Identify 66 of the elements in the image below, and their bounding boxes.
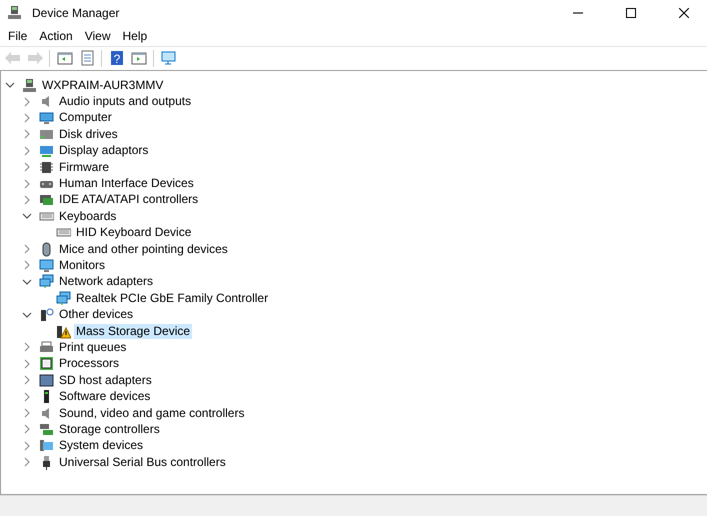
expand-chevron-icon[interactable] — [22, 162, 32, 172]
tree-item[interactable]: Audio inputs and outputs — [57, 94, 194, 110]
expand-chevron-icon[interactable] — [22, 112, 32, 123]
tree-item[interactable]: Processors — [57, 356, 122, 372]
expand-chevron-icon[interactable] — [22, 392, 32, 402]
help-button[interactable]: ? — [107, 48, 126, 68]
menu-item[interactable]: Action — [33, 28, 79, 42]
expand-chevron-icon[interactable] — [22, 358, 32, 369]
tree-item[interactable]: IDE ATA/ATAPI controllers — [57, 192, 200, 208]
collapse-chevron-icon[interactable] — [22, 211, 32, 222]
tree-item[interactable]: Sound, video and game controllers — [57, 406, 246, 420]
expand-chevron-icon[interactable] — [22, 408, 32, 418]
collapse-chevron-icon[interactable] — [22, 276, 32, 287]
expand-chevron-icon[interactable] — [22, 342, 32, 352]
expand-chevron-icon[interactable] — [22, 440, 32, 451]
tree-item[interactable]: Software devices — [57, 389, 152, 404]
tree-item[interactable]: Firmware — [57, 160, 111, 175]
menu-item[interactable]: File — [2, 28, 34, 42]
expand-chevron-icon[interactable] — [22, 146, 32, 156]
menu-item[interactable]: View — [78, 28, 116, 42]
expand-chevron-icon[interactable] — [22, 260, 32, 270]
expand-chevron-icon[interactable] — [22, 424, 32, 434]
tree-item[interactable]: Network adapters — [57, 274, 156, 290]
warning-device-icon — [56, 324, 71, 339]
tree-item[interactable]: Mass Storage Device — [74, 324, 192, 339]
storage-icon — [39, 422, 54, 437]
processor-icon — [39, 356, 54, 372]
network-icon — [39, 274, 54, 290]
monitor-icon — [39, 110, 54, 126]
expand-chevron-icon[interactable] — [22, 457, 32, 468]
printer-icon — [39, 340, 54, 355]
tree-item[interactable]: Realtek PCIe GbE Family Controller — [74, 290, 270, 306]
collapse-chevron-icon[interactable] — [5, 80, 15, 90]
close-icon[interactable] — [679, 8, 689, 18]
tree-item[interactable]: WXPRAIM-AUR3MMV — [40, 78, 166, 93]
tree-item[interactable]: SD host adapters — [57, 372, 154, 388]
unknown-device-icon — [39, 307, 54, 322]
tree-item[interactable]: Other devices — [57, 307, 136, 322]
collapse-chevron-icon[interactable] — [22, 310, 32, 320]
chip-icon — [39, 160, 54, 175]
network-icon — [56, 290, 71, 306]
expand-chevron-icon[interactable] — [22, 129, 32, 140]
display-card-icon — [39, 143, 54, 158]
tree-item[interactable]: Keyboards — [57, 208, 118, 224]
tree-item[interactable]: Disk drives — [57, 126, 120, 142]
tree-item[interactable]: Computer — [57, 110, 114, 126]
tree-item[interactable]: HID Keyboard Device — [74, 225, 194, 240]
tree-item[interactable]: System devices — [57, 438, 146, 454]
tree-item[interactable]: Monitors — [57, 258, 108, 273]
expand-chevron-icon[interactable] — [22, 194, 32, 205]
tree-item[interactable]: Mice and other pointing devices — [57, 242, 230, 257]
window-title: Device Manager — [32, 6, 120, 20]
tree-item[interactable]: Print queues — [57, 340, 128, 355]
controller-card-icon — [39, 192, 54, 208]
monitor-icon — [39, 258, 54, 273]
menu-item[interactable]: Help — [116, 28, 154, 42]
expand-chevron-icon[interactable] — [22, 244, 32, 254]
maximize-icon[interactable] — [626, 8, 636, 18]
expand-chevron-icon[interactable] — [22, 96, 32, 107]
expand-chevron-icon[interactable] — [22, 375, 32, 386]
tree-item[interactable]: Display adaptors — [57, 143, 150, 158]
tree-item[interactable]: Storage controllers — [57, 422, 162, 437]
expand-chevron-icon[interactable] — [22, 178, 32, 189]
tree-item[interactable]: Human Interface Devices — [57, 176, 196, 192]
tree-item[interactable]: Universal Serial Bus controllers — [57, 454, 228, 470]
monitor-button[interactable] — [159, 48, 178, 68]
